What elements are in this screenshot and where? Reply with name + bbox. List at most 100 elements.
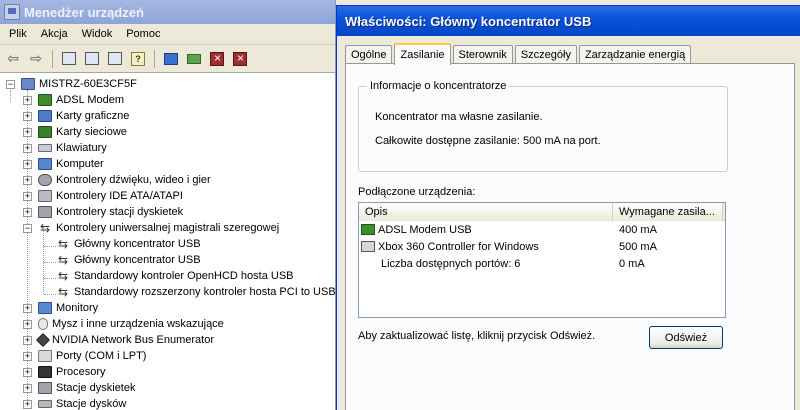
monitor-icon — [164, 52, 178, 65]
tree-guide-line — [44, 246, 56, 247]
tree-root[interactable]: − MISTRZ-60E3CF5F — [6, 76, 137, 92]
properties-title: Właściwości: Główny koncentrator USB — [345, 13, 592, 29]
usb-icon: ⇆ — [57, 269, 69, 283]
device-manager-icon — [4, 4, 20, 20]
tree-item-usb-root-hub-2[interactable]: ⇆ Główny koncentrator USB — [56, 252, 201, 268]
menu-pomoc[interactable]: Pomoc — [119, 28, 167, 40]
tree-item-computer[interactable]: + Komputer — [23, 156, 104, 172]
list-cell-power: 500 mA — [619, 240, 657, 253]
properties-button[interactable]: ? — [128, 49, 148, 69]
expand-icon[interactable]: + — [23, 399, 32, 409]
toolbar: ⇦ ⇨ ? — [0, 45, 335, 73]
tree-guide-line — [44, 262, 56, 263]
tree-item-ports[interactable]: + Porty (COM i LPT) — [23, 348, 146, 364]
forward-button[interactable]: ⇨ — [26, 49, 46, 69]
expand-icon[interactable]: + — [23, 351, 32, 361]
refresh-hint-text: Aby zaktualizować listę, kliknij przycis… — [358, 330, 596, 342]
column-description[interactable]: Opis — [359, 203, 613, 221]
floppy-drive-icon — [38, 382, 52, 394]
device-manager-window: Menedżer urządzeń Plik Akcja Widok Pomoc… — [0, 0, 336, 410]
properties-titlebar[interactable]: Właściwości: Główny koncentrator USB — [337, 6, 800, 36]
tree-item-network-adapters[interactable]: + Karty sieciowe — [23, 124, 127, 140]
tree-item-label: Stacje dysków — [56, 398, 127, 410]
up-button[interactable] — [82, 49, 102, 69]
tree-item-keyboards[interactable]: + Klawiatury — [23, 140, 107, 156]
expand-icon[interactable]: + — [23, 111, 32, 121]
tab-power-management[interactable]: Zarządzanie energią — [578, 45, 692, 64]
expand-icon[interactable]: + — [23, 303, 32, 313]
column-required-power[interactable]: Wymagane zasila... — [613, 203, 723, 221]
collapse-icon[interactable]: − — [6, 79, 15, 89]
gamepad-icon — [361, 241, 375, 252]
list-item[interactable]: Liczba dostępnych portów: 6 0 mA — [359, 255, 725, 272]
mouse-icon — [38, 318, 48, 330]
tab-details[interactable]: Szczegóły — [514, 45, 577, 64]
tree-item-processors[interactable]: + Procesory — [23, 364, 106, 380]
expand-icon[interactable]: + — [23, 191, 32, 201]
expand-icon[interactable]: + — [23, 319, 32, 329]
tree-item-ide-controllers[interactable]: + Kontrolery IDE ATA/ATAPI — [23, 188, 183, 204]
port-icon — [38, 350, 52, 362]
expand-icon[interactable]: + — [23, 335, 32, 345]
computer-icon — [38, 158, 52, 170]
speaker-icon — [38, 174, 52, 186]
connected-devices-label: Podłączone urządzenia: — [358, 186, 476, 198]
back-button[interactable]: ⇦ — [3, 49, 23, 69]
tree-item-usb-root-hub-1[interactable]: ⇆ Główny koncentrator USB — [56, 236, 201, 252]
menu-akcja[interactable]: Akcja — [34, 28, 75, 40]
tree-item-enhanced-pci-usb-controller[interactable]: ⇆ Standardowy rozszerzony kontroler host… — [56, 284, 336, 300]
list-item[interactable]: ADSL Modem USB 400 mA — [359, 221, 725, 238]
tab-power[interactable]: Zasilanie — [394, 43, 451, 65]
printer-icon — [108, 52, 122, 65]
usb-icon: ⇆ — [57, 237, 69, 251]
window-icon — [85, 52, 99, 65]
arrow-left-icon: ⇦ — [7, 50, 19, 66]
show-hide-tree-button[interactable] — [59, 49, 79, 69]
tree-guide-line — [44, 294, 56, 295]
tree-item-adsl-modem[interactable]: + ADSL Modem — [23, 92, 124, 108]
total-power-text: Całkowite dostępne zasilanie: 500 mA na … — [375, 135, 601, 147]
tree-item-floppy-drives[interactable]: + Stacje dyskietek — [23, 380, 135, 396]
scan-hardware-button[interactable] — [161, 49, 181, 69]
refresh-button[interactable]: Odśwież — [649, 326, 723, 349]
tree-item-monitors[interactable]: + Monitory — [23, 300, 98, 316]
uninstall-device-button[interactable] — [230, 49, 250, 69]
tree-item-floppy-controllers[interactable]: + Kontrolery stacji dyskietek — [23, 204, 183, 220]
tree-item-mice[interactable]: + Mysz i inne urządzenia wskazujące — [23, 316, 224, 332]
tree-item-sound-controllers[interactable]: + Kontrolery dźwięku, wideo i gier — [23, 172, 211, 188]
tree-item-label: Kontrolery uniwersalnej magistrali szere… — [56, 222, 280, 234]
tree-item-nvidia-bus-enumerator[interactable]: + NVIDIA Network Bus Enumerator — [23, 332, 214, 348]
expand-icon[interactable]: + — [23, 367, 32, 377]
tree-item-usb-controllers[interactable]: − ⇆ Kontrolery uniwersalnej magistrali s… — [23, 220, 279, 236]
collapse-icon[interactable]: − — [23, 223, 32, 233]
disable-device-button[interactable] — [207, 49, 227, 69]
expand-icon[interactable]: + — [23, 159, 32, 169]
list-cell-power: 0 mA — [619, 257, 645, 270]
tree-item-label: Porty (COM i LPT) — [56, 350, 147, 362]
menu-widok[interactable]: Widok — [75, 28, 120, 40]
tab-general[interactable]: Ogólne — [345, 45, 393, 64]
update-driver-button[interactable] — [184, 49, 204, 69]
device-tree[interactable]: − MISTRZ-60E3CF5F + ADSL Modem + Karty g… — [0, 74, 336, 410]
print-button[interactable] — [105, 49, 125, 69]
expand-icon[interactable]: + — [23, 207, 32, 217]
expand-icon[interactable]: + — [23, 383, 32, 393]
tree-item-label: Kontrolery IDE ATA/ATAPI — [56, 190, 183, 202]
tree-item-display-adapters[interactable]: + Karty graficzne — [23, 108, 129, 124]
device-manager-titlebar[interactable]: Menedżer urządzeń — [0, 0, 335, 24]
expand-icon[interactable]: + — [23, 143, 32, 153]
connected-devices-list[interactable]: Opis Wymagane zasila... ADSL Modem USB 4… — [358, 202, 726, 318]
tab-driver[interactable]: Sterownik — [452, 45, 513, 64]
list-item[interactable]: Xbox 360 Controller for Windows 500 mA — [359, 238, 725, 255]
uninstall-icon — [233, 51, 247, 66]
tree-item-label: Główny koncentrator USB — [74, 254, 201, 266]
device-name: Xbox 360 Controller for Windows — [378, 240, 539, 253]
menu-plik[interactable]: Plik — [2, 28, 34, 40]
expand-icon[interactable]: + — [23, 127, 32, 137]
expand-icon[interactable]: + — [23, 175, 32, 185]
tree-item-label: Monitory — [56, 302, 99, 314]
tree-item-openhcd-controller[interactable]: ⇆ Standardowy kontroler OpenHCD hosta US… — [56, 268, 294, 284]
tree-item-disk-drives[interactable]: + Stacje dysków — [23, 396, 126, 410]
expand-icon[interactable]: + — [23, 95, 32, 105]
monitor-icon — [38, 302, 52, 314]
